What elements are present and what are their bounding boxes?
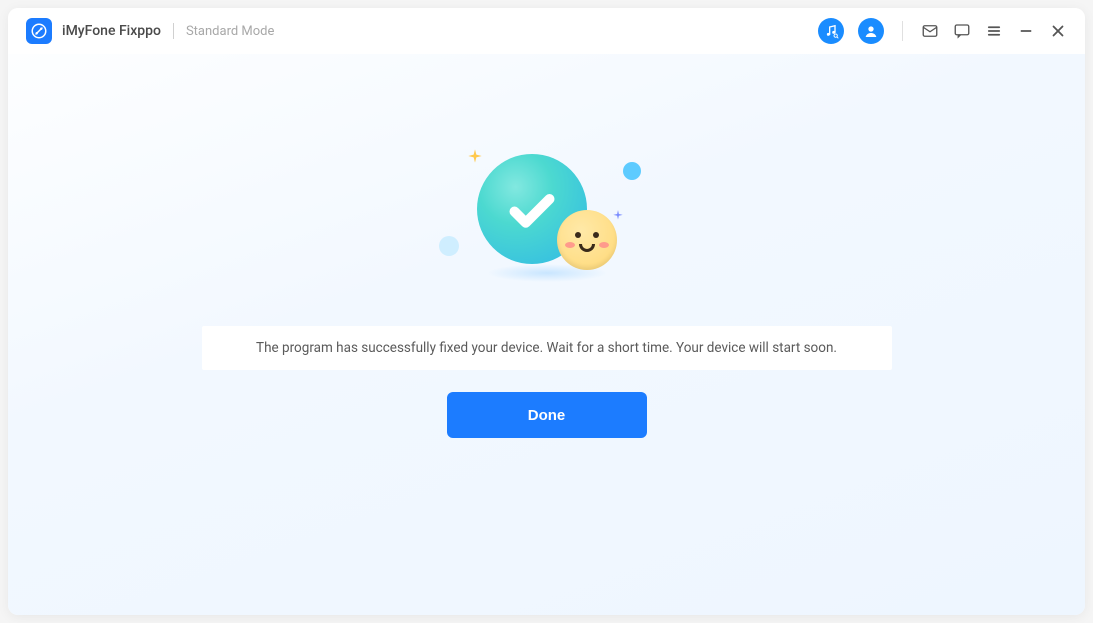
- music-search-button[interactable]: [818, 18, 844, 44]
- titlebar-controls: [818, 18, 1067, 44]
- smiley-face-icon: [557, 210, 617, 270]
- title-divider: [173, 23, 174, 39]
- app-logo: [26, 18, 52, 44]
- toolbar-divider: [902, 21, 903, 41]
- close-button[interactable]: [1049, 22, 1067, 40]
- main-content: The program has successfully fixed your …: [8, 54, 1085, 615]
- success-illustration: [447, 154, 647, 304]
- star-icon: [467, 148, 483, 164]
- feedback-button[interactable]: [953, 22, 971, 40]
- sparkle-icon: [611, 208, 625, 222]
- mode-label: Standard Mode: [186, 24, 274, 39]
- app-title: iMyFone Fixppo: [62, 23, 161, 39]
- mail-button[interactable]: [921, 22, 939, 40]
- status-message: The program has successfully fixed your …: [202, 326, 892, 370]
- menu-button[interactable]: [985, 22, 1003, 40]
- bubble-top: [623, 162, 641, 180]
- app-window: iMyFone Fixppo Standard Mode: [8, 8, 1085, 615]
- titlebar: iMyFone Fixppo Standard Mode: [8, 8, 1085, 54]
- bubble-left: [439, 236, 459, 256]
- minimize-button[interactable]: [1017, 22, 1035, 40]
- profile-button[interactable]: [858, 18, 884, 44]
- done-button[interactable]: Done: [447, 392, 647, 438]
